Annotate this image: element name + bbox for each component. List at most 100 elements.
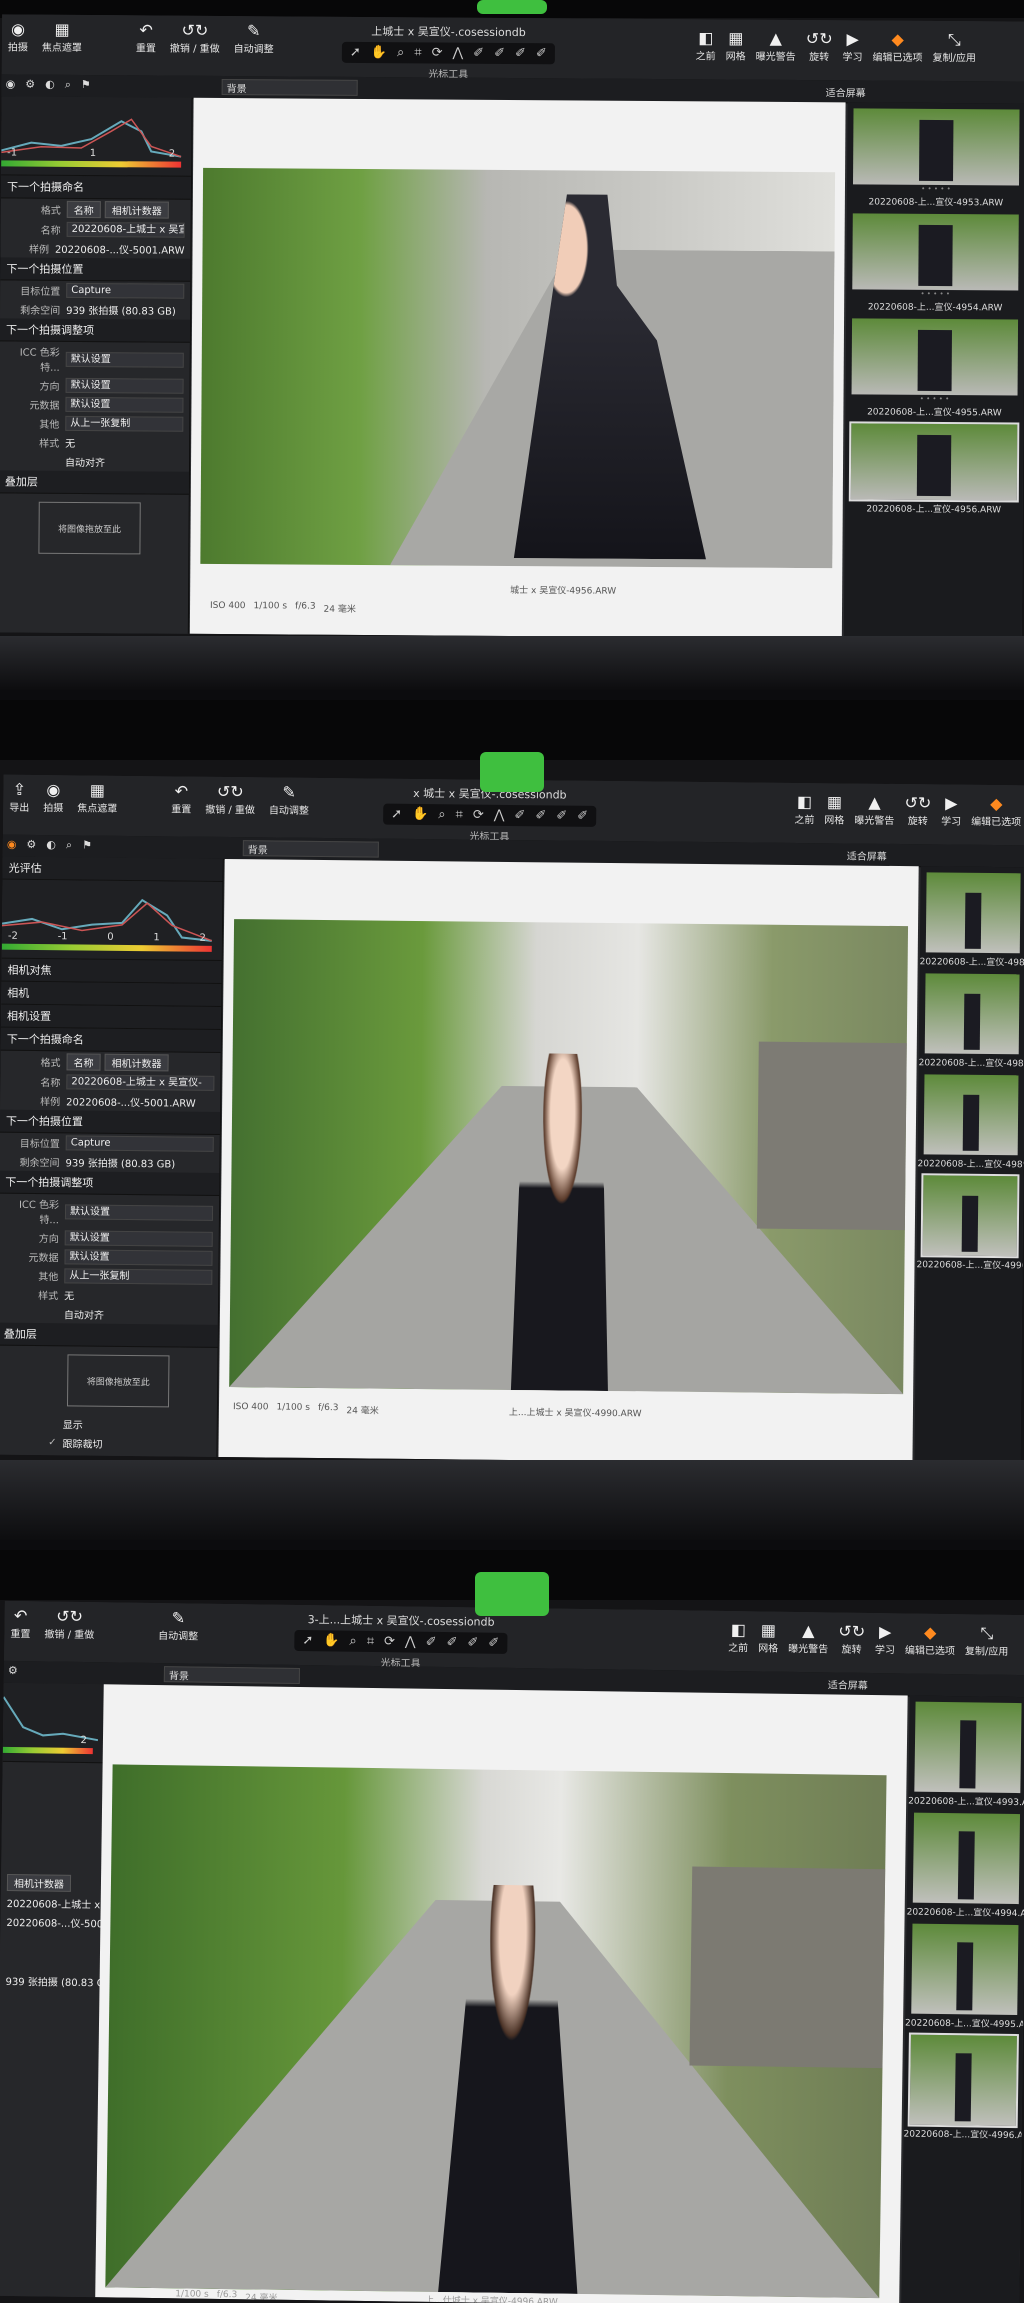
section-next-naming[interactable]: 下一个拍摄命名: [0, 1027, 221, 1053]
section-camera-settings[interactable]: 相机设置: [0, 1004, 222, 1030]
overlay-drop-zone[interactable]: 将图像拖放至此: [66, 1354, 170, 1408]
thumbnail[interactable]: [853, 108, 1020, 186]
exposure-warning-button[interactable]: ▲ 曝光警告: [854, 793, 894, 827]
search-tab-icon[interactable]: ⌕: [66, 838, 72, 852]
rotate-button[interactable]: ↺↻ 旋转: [904, 793, 931, 827]
picker-tool-icon[interactable]: ✐: [577, 809, 588, 824]
thumbnail[interactable]: [911, 1923, 1019, 2016]
section-overlay[interactable]: 叠加层: [0, 470, 189, 495]
zoom-tool-icon[interactable]: ⌕: [349, 1634, 356, 1649]
section-camera-focus[interactable]: 相机对焦: [1, 958, 222, 984]
fit-screen-label[interactable]: 适合屏幕: [828, 1676, 868, 1692]
thumbnail[interactable]: [923, 1074, 1019, 1156]
auto-adjust-button[interactable]: ✎ 自动调整: [158, 1608, 198, 1642]
fit-screen-label[interactable]: 适合屏幕: [826, 84, 866, 99]
thumbnail[interactable]: [851, 318, 1019, 396]
learn-button[interactable]: ▶ 学习: [875, 1622, 895, 1656]
rating-dots[interactable]: • • • • •: [845, 394, 1023, 403]
library-tab-icon[interactable]: ⚙: [8, 1664, 18, 1677]
rating-dots[interactable]: • • • • •: [846, 289, 1024, 298]
capture-button[interactable]: ◉ 拍摄: [43, 780, 63, 814]
hand-tool-icon[interactable]: ✋: [323, 1633, 339, 1648]
camera-tab-icon[interactable]: ◉: [6, 77, 16, 91]
exposure-warning-button[interactable]: ▲ 曝光警告: [788, 1621, 828, 1655]
undo-redo-button[interactable]: ↺↻ 撤销 / 重做: [170, 21, 220, 55]
grid-button[interactable]: ▦ 网格: [726, 29, 746, 63]
background-select[interactable]: 背景: [242, 840, 379, 858]
thumbnail[interactable]: [912, 1812, 1021, 1905]
rotate-tool-icon[interactable]: ⟳: [473, 808, 484, 823]
picker-tool-icon[interactable]: ✐: [488, 1636, 499, 1651]
focus-mask-button[interactable]: ▦ 焦点遮罩: [42, 20, 82, 54]
section-overlay[interactable]: 叠加层: [0, 1322, 218, 1348]
hand-tool-icon[interactable]: ✋: [412, 807, 428, 822]
gradient-tool-icon[interactable]: ✐: [556, 808, 567, 823]
section-next-adjust[interactable]: 下一个拍摄调整项: [0, 318, 191, 343]
undo-redo-button[interactable]: ↺↻ 撤销 / 重做: [205, 782, 255, 816]
reset-button[interactable]: ↶ 重置: [10, 1606, 30, 1640]
crop-tool-icon[interactable]: ⌗: [414, 45, 421, 60]
section-next-naming[interactable]: 下一个拍摄命名: [0, 175, 192, 200]
rotate-button[interactable]: ↺↻ 旋转: [838, 1622, 865, 1656]
picker-tool-icon[interactable]: ✐: [536, 46, 547, 61]
thumbnail[interactable]: [925, 872, 1021, 954]
edit-selected-button[interactable]: ◆ 编辑已选项: [971, 794, 1021, 828]
details-tab-icon[interactable]: ⚑: [81, 78, 91, 92]
keystone-tool-icon[interactable]: ⋀: [405, 1634, 416, 1649]
camera-tab-icon[interactable]: ◉: [7, 838, 17, 852]
color-tab-icon[interactable]: ◐: [46, 838, 56, 852]
rotate-tool-icon[interactable]: ⟳: [432, 45, 443, 60]
fit-screen-label[interactable]: 适合屏幕: [847, 847, 887, 862]
eraser-tool-icon[interactable]: ✐: [446, 1635, 457, 1650]
brush-tool-icon[interactable]: ✐: [473, 46, 484, 61]
overlay-drop-zone[interactable]: 将图像拖放至此: [38, 501, 141, 555]
rating-dots[interactable]: • • • • •: [847, 184, 1024, 193]
section-next-location[interactable]: 下一个拍摄位置: [0, 257, 191, 282]
background-select[interactable]: 背景: [221, 78, 358, 96]
thumbnail-selected[interactable]: [920, 1173, 1020, 1259]
edit-selected-button[interactable]: ◆ 编辑已选项: [905, 1623, 955, 1657]
capture-button[interactable]: ◉ 拍摄: [8, 19, 28, 53]
section-next-location[interactable]: 下一个拍摄位置: [0, 1109, 221, 1135]
section-camera[interactable]: 相机: [1, 981, 222, 1007]
reset-button[interactable]: ↶ 重置: [136, 20, 156, 54]
copy-apply-button[interactable]: ⤡ 复制/应用: [932, 30, 976, 64]
edit-selected-button[interactable]: ◆ 编辑已选项: [872, 30, 922, 64]
thumbnail[interactable]: [852, 213, 1019, 291]
learn-button[interactable]: ▶ 学习: [842, 29, 862, 63]
before-button[interactable]: ◧ 之前: [696, 28, 716, 62]
grid-button[interactable]: ▦ 网格: [824, 792, 844, 826]
eraser-tool-icon[interactable]: ✐: [535, 808, 546, 823]
export-button[interactable]: ⇪ 导出: [9, 780, 29, 814]
before-button[interactable]: ◧ 之前: [794, 792, 814, 826]
reset-button[interactable]: ↶ 重置: [171, 781, 191, 815]
rotate-button[interactable]: ↺↻ 旋转: [806, 29, 833, 63]
eraser-tool-icon[interactable]: ✐: [494, 46, 505, 61]
brush-tool-icon[interactable]: ✐: [426, 1635, 437, 1650]
pointer-tool-icon[interactable]: ➚: [391, 807, 402, 822]
brush-tool-icon[interactable]: ✐: [514, 808, 525, 823]
focus-mask-button[interactable]: ▦ 焦点遮罩: [77, 781, 117, 815]
exposure-warning-button[interactable]: ▲ 曝光警告: [756, 29, 796, 63]
library-tab-icon[interactable]: ⚙: [25, 78, 35, 92]
keystone-tool-icon[interactable]: ⋀: [494, 808, 505, 823]
thumbnail[interactable]: [924, 973, 1020, 1055]
auto-adjust-button[interactable]: ✎ 自动调整: [269, 783, 309, 817]
auto-adjust-button[interactable]: ✎ 自动调整: [234, 21, 274, 55]
zoom-tool-icon[interactable]: ⌕: [397, 45, 404, 60]
rotate-tool-icon[interactable]: ⟳: [384, 1634, 395, 1649]
background-select[interactable]: 背景: [163, 1666, 300, 1685]
gradient-tool-icon[interactable]: ✐: [467, 1635, 478, 1650]
thumbnail-selected[interactable]: [907, 2032, 1019, 2129]
thumbnail[interactable]: [914, 1701, 1022, 1794]
pointer-tool-icon[interactable]: ➚: [302, 1633, 313, 1648]
hand-tool-icon[interactable]: ✋: [371, 45, 387, 60]
crop-tool-icon[interactable]: ⌗: [367, 1634, 375, 1649]
section-exposure[interactable]: 光评估: [2, 856, 223, 882]
copy-apply-button[interactable]: ⤡ 复制/应用: [965, 1624, 1009, 1658]
keystone-tool-icon[interactable]: ⋀: [452, 46, 463, 61]
learn-button[interactable]: ▶ 学习: [941, 794, 961, 828]
gradient-tool-icon[interactable]: ✐: [515, 46, 526, 61]
search-tab-icon[interactable]: ⌕: [65, 78, 71, 92]
details-tab-icon[interactable]: ⚑: [82, 838, 92, 852]
